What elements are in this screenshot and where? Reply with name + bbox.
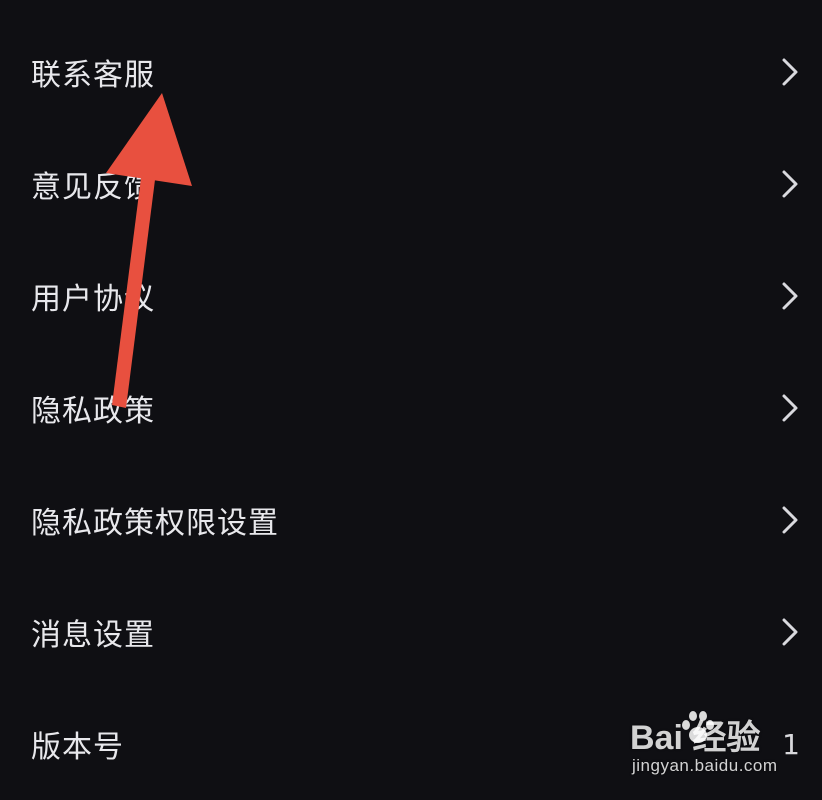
menu-item-label: 隐私政策权限设置 bbox=[31, 506, 279, 541]
menu-item-contact-service[interactable]: 联系客服 bbox=[0, 16, 822, 128]
menu-item-feedback[interactable]: 意见反馈 bbox=[0, 128, 822, 240]
chevron-right-icon bbox=[782, 394, 798, 422]
menu-item-label: 意见反馈 bbox=[31, 170, 155, 205]
menu-item-privacy-policy[interactable]: 隐私政策 bbox=[0, 352, 822, 464]
chevron-right-icon bbox=[782, 58, 798, 86]
settings-menu: 联系客服 意见反馈 用户协议 隐私政策 隐私政策权限设置 消息设置 版本号 1 bbox=[0, 16, 822, 800]
menu-item-message-settings[interactable]: 消息设置 bbox=[0, 576, 822, 688]
menu-item-label: 消息设置 bbox=[31, 618, 155, 653]
watermark-site: jingyan.baidu.com bbox=[632, 756, 778, 775]
menu-item-user-agreement[interactable]: 用户协议 bbox=[0, 240, 822, 352]
menu-item-label: 联系客服 bbox=[31, 58, 155, 93]
version-label: 版本号 bbox=[31, 730, 124, 765]
chevron-right-icon bbox=[782, 506, 798, 534]
chevron-right-icon bbox=[782, 282, 798, 310]
version-value: 1 bbox=[782, 727, 800, 761]
menu-item-label: 隐私政策 bbox=[31, 394, 155, 429]
baidu-jingyan-watermark: Bai 经验 jingyan.baidu.com bbox=[630, 710, 780, 780]
paw-icon bbox=[682, 711, 714, 743]
menu-item-label: 用户协议 bbox=[31, 282, 155, 317]
chevron-right-icon bbox=[782, 170, 798, 198]
menu-item-privacy-permission-settings[interactable]: 隐私政策权限设置 bbox=[0, 464, 822, 576]
chevron-right-icon bbox=[782, 618, 798, 646]
